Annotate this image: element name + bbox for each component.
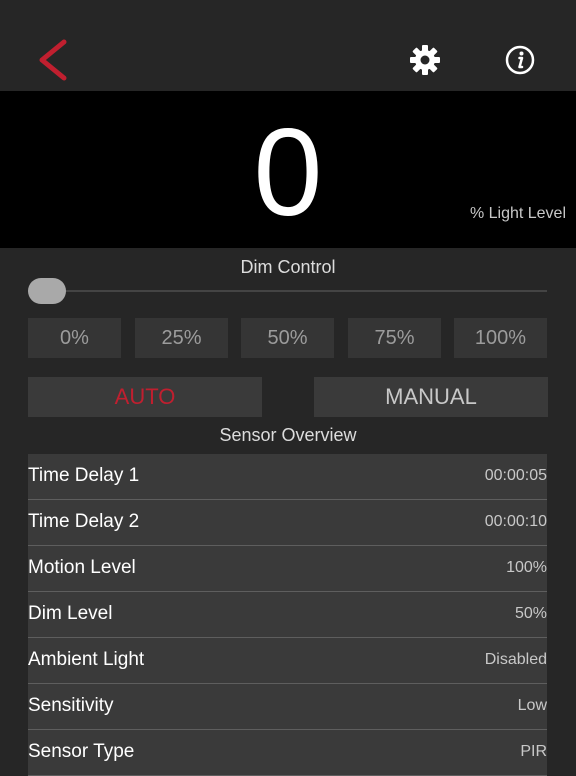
dim-slider-track[interactable] xyxy=(28,290,547,292)
chevron-left-icon xyxy=(39,39,67,81)
auto-mode-button[interactable]: AUTO xyxy=(28,377,262,417)
settings-button[interactable] xyxy=(407,43,443,77)
top-bar xyxy=(0,0,576,91)
row-value: 00:00:10 xyxy=(484,513,547,530)
row-value: Disabled xyxy=(484,651,547,668)
row-label: Sensitivity xyxy=(28,695,114,716)
light-level-unit: % Light Level xyxy=(469,205,566,222)
row-value: 00:00:05 xyxy=(484,467,547,484)
sensor-overview-list: Time Delay 1 00:00:05 Time Delay 2 00:00… xyxy=(28,454,547,776)
list-item-sensitivity[interactable]: Sensitivity Low xyxy=(28,684,547,730)
preset-button-50[interactable]: 50% xyxy=(241,318,334,358)
row-value: Low xyxy=(517,697,547,714)
list-item-time-delay-2[interactable]: Time Delay 2 00:00:10 xyxy=(28,500,547,546)
list-item-dim-level[interactable]: Dim Level 50% xyxy=(28,592,547,638)
back-button[interactable] xyxy=(30,36,78,84)
dim-control-title: Dim Control xyxy=(240,257,336,277)
row-label: Ambient Light xyxy=(28,649,145,670)
preset-button-75[interactable]: 75% xyxy=(348,318,441,358)
dim-slider-thumb[interactable] xyxy=(28,278,66,304)
row-label: Time Delay 2 xyxy=(28,511,140,532)
list-item-time-delay-1[interactable]: Time Delay 1 00:00:05 xyxy=(28,454,547,500)
preset-button-25[interactable]: 25% xyxy=(135,318,228,358)
info-icon xyxy=(505,45,535,75)
row-label: Sensor Type xyxy=(28,741,135,762)
row-value: PIR xyxy=(520,743,547,760)
list-item-motion-level[interactable]: Motion Level 100% xyxy=(28,546,547,592)
row-value: 50% xyxy=(514,605,547,622)
row-label: Time Delay 1 xyxy=(28,465,140,486)
row-value: 100% xyxy=(506,559,547,576)
row-label: Dim Level xyxy=(28,603,113,624)
preset-button-0[interactable]: 0% xyxy=(28,318,121,358)
light-level-panel: 0 % Light Level xyxy=(0,91,576,248)
manual-mode-button[interactable]: MANUAL xyxy=(314,377,548,417)
info-button[interactable] xyxy=(503,44,537,76)
preset-button-100[interactable]: 100% xyxy=(454,318,547,358)
sensor-overview-title: Sensor Overview xyxy=(219,425,357,445)
row-label: Motion Level xyxy=(28,557,136,578)
gear-icon xyxy=(410,45,440,75)
list-item-ambient-light[interactable]: Ambient Light Disabled xyxy=(28,638,547,684)
list-item-sensor-type[interactable]: Sensor Type PIR xyxy=(28,730,547,776)
